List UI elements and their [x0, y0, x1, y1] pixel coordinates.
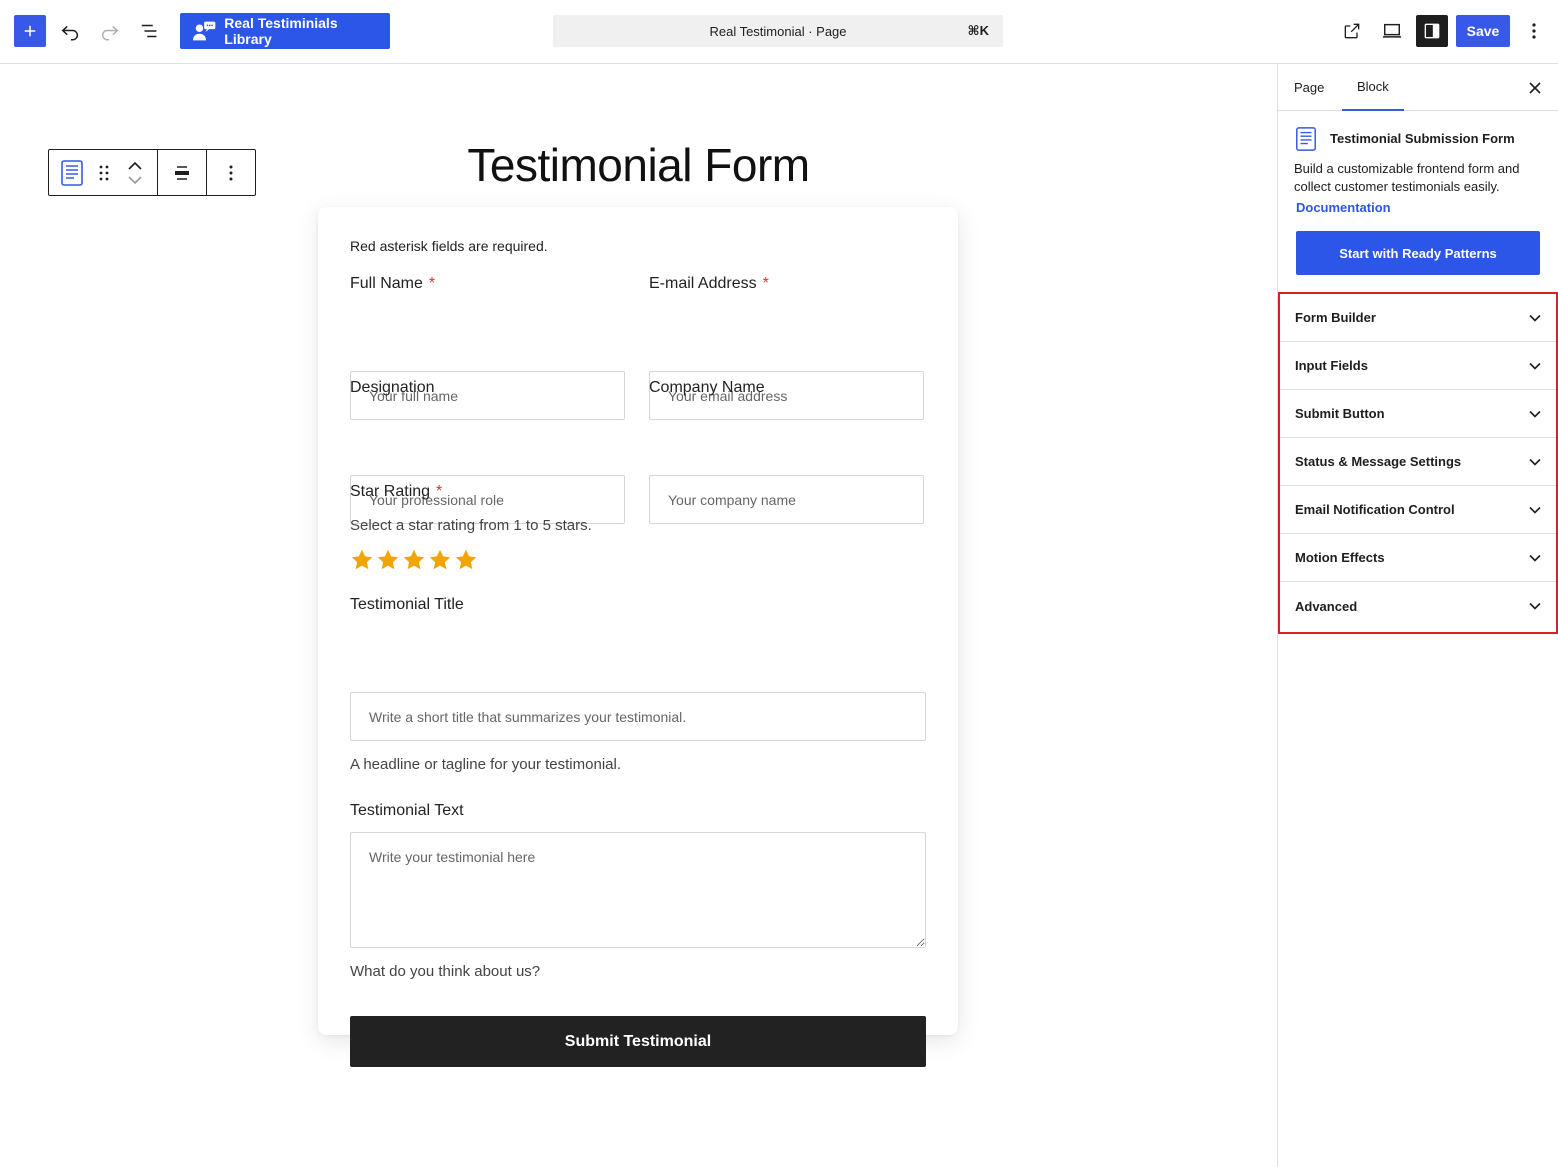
options-menu-button[interactable] [1520, 15, 1548, 47]
star-icon[interactable] [402, 548, 426, 572]
full-name-label: Full Name * [350, 275, 435, 293]
sidebar-icon [1424, 23, 1440, 39]
start-with-patterns-button[interactable]: Start with Ready Patterns [1296, 231, 1540, 275]
sidebar-tabs: Page Block [1278, 64, 1558, 111]
settings-sidebar: Page Block Testimonial Submission Form B… [1277, 64, 1558, 1167]
required-asterisk: * [428, 275, 436, 292]
required-fields-note: Red asterisk fields are required. [350, 238, 548, 254]
chevron-down-icon [1528, 599, 1542, 613]
page-title[interactable]: Testimonial Form [0, 138, 1277, 192]
chevron-down-icon [1528, 503, 1542, 517]
star-icon[interactable] [428, 548, 452, 572]
device-preview-button[interactable] [1376, 15, 1408, 47]
redo-icon [102, 25, 119, 41]
view-page-button[interactable] [1336, 15, 1368, 47]
panel-toggle[interactable]: Input Fields [1280, 342, 1556, 390]
panel-label: Input Fields [1295, 358, 1368, 373]
redo-button[interactable] [96, 15, 124, 47]
plus-icon [24, 25, 36, 37]
panel-toggle[interactable]: Motion Effects [1280, 534, 1556, 582]
panel-toggle[interactable]: Status & Message Settings [1280, 438, 1556, 486]
required-asterisk: * [762, 275, 769, 292]
library-button-label: Real Testiminials Library [224, 15, 338, 47]
panel-label: Advanced [1295, 598, 1358, 614]
command-palette-bar[interactable]: Real Testimonial · Page ⌘K [553, 15, 1003, 47]
testimonials-library-button[interactable]: Real Testiminials Library [180, 13, 390, 49]
panel-toggle[interactable]: Form Builder [1280, 294, 1556, 342]
external-link-icon [1344, 23, 1360, 39]
vertical-ellipsis-icon [1532, 23, 1536, 39]
desktop-icon [1382, 23, 1402, 38]
close-sidebar-button[interactable] [1523, 76, 1547, 100]
documentation-link[interactable]: Documentation [1296, 200, 1391, 215]
chevron-down-icon [1528, 407, 1542, 421]
star-rating-help: Select a star rating from 1 to 5 stars. [350, 517, 592, 534]
testimonial-text-label: Testimonial Text [350, 802, 464, 819]
block-name: Testimonial Submission Form [1330, 131, 1515, 146]
close-icon [1529, 82, 1541, 94]
required-asterisk: * [436, 483, 443, 500]
star-icon[interactable] [376, 548, 400, 572]
chevron-down-icon [1528, 311, 1542, 325]
undo-icon [61, 25, 78, 41]
save-button[interactable]: Save [1456, 15, 1510, 47]
testimonial-form: Red asterisk fields are required. Full N… [318, 207, 958, 1067]
list-view-icon [141, 24, 157, 38]
chevron-down-icon [1528, 359, 1542, 373]
panel-toggle[interactable]: Advanced [1280, 582, 1556, 630]
editor-top-toolbar: Real Testiminials Library Real Testimoni… [0, 0, 1558, 64]
settings-sidebar-toggle[interactable] [1416, 15, 1448, 47]
testimonial-user-icon [192, 21, 216, 41]
form-block-icon [1296, 127, 1316, 151]
full-name-label-text: Full Name [350, 275, 423, 292]
email-label-text: E-mail Address [649, 275, 757, 292]
company-label: Company Name [649, 379, 765, 396]
settings-panels: Form Builder Input Fields Submit Button Sta… [1278, 292, 1558, 634]
block-card: Testimonial Submission Form Build a cust… [1278, 111, 1558, 291]
star-rating-label: Star Rating * [350, 483, 442, 501]
panel-toggle[interactable]: Email Notification Control [1280, 486, 1556, 534]
add-block-button[interactable] [14, 15, 46, 47]
submit-testimonial-button[interactable]: Submit Testimonial [350, 1016, 926, 1067]
block-description: Build a customizable frontend form and c… [1294, 161, 1520, 194]
star-rating-input [350, 548, 478, 572]
undo-button[interactable] [56, 15, 84, 47]
panel-label: Status & Message Settings [1295, 454, 1462, 469]
panel-label: Email Notification Control [1295, 502, 1455, 517]
star-icon[interactable] [350, 548, 374, 572]
panel-label: Motion Effects [1295, 550, 1385, 565]
panel-label: Submit Button [1295, 406, 1385, 421]
command-shortcut: ⌘K [967, 23, 989, 38]
testimonial-text-help: What do you think about us? [350, 963, 541, 980]
document-overview-button[interactable] [136, 15, 164, 47]
designation-label: Designation [350, 379, 435, 396]
tab-page[interactable]: Page [1294, 64, 1324, 111]
star-icon[interactable] [454, 548, 478, 572]
email-label: E-mail Address * [649, 275, 769, 293]
document-title: Real Testimonial · Page [709, 23, 847, 39]
testimonial-title-label: Testimonial Title [350, 596, 464, 613]
chevron-down-icon [1528, 455, 1542, 469]
testimonial-text-input[interactable] [350, 832, 926, 948]
chevron-down-icon [1528, 551, 1542, 565]
testimonial-title-help: A headline or tagline for your testimoni… [350, 756, 621, 773]
star-rating-label-text: Star Rating [350, 483, 431, 500]
panel-label: Form Builder [1295, 310, 1376, 325]
company-input[interactable] [649, 475, 924, 524]
panel-toggle[interactable]: Submit Button [1280, 390, 1556, 438]
testimonial-title-input[interactable] [350, 692, 926, 741]
editor-canvas: Testimonial Form Red asterisk fields are… [0, 64, 1277, 1167]
tab-block[interactable]: Block [1342, 64, 1404, 111]
